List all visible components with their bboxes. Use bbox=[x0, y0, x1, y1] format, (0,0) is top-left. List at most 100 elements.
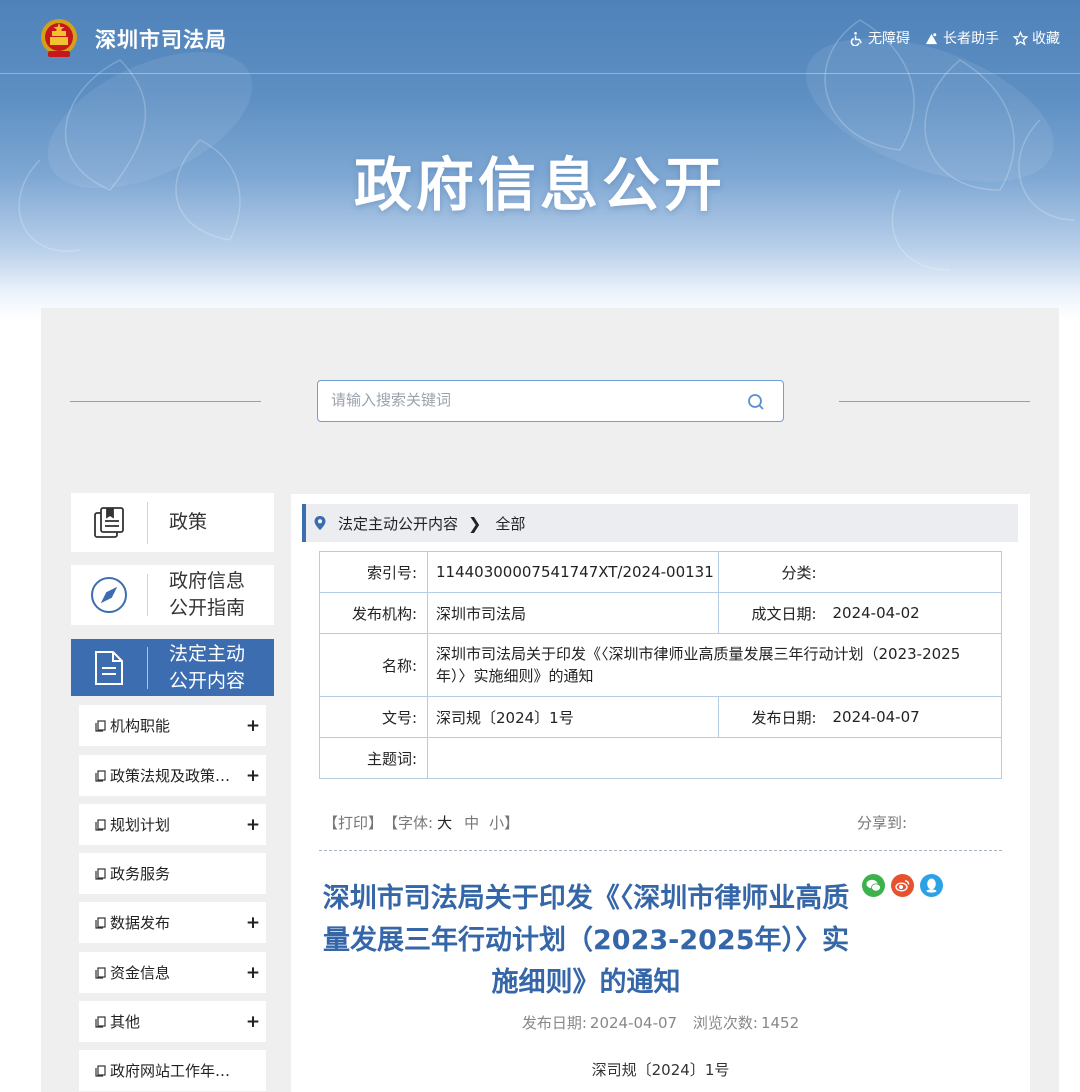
sidebar-item-label: 数据发布 bbox=[110, 914, 171, 932]
document-small-icon bbox=[95, 867, 106, 880]
sidebar-card-statutory[interactable]: 法定主动 公开内容 bbox=[71, 639, 274, 696]
sidebar-item-website-report[interactable]: 政府网站工作年… bbox=[79, 1050, 266, 1091]
document-small-icon bbox=[95, 916, 106, 929]
header-banner: 深圳市司法局 无障碍 长者助手 收藏 政府信息公开 bbox=[0, 0, 1080, 320]
sidebar-item-planning[interactable]: 规划计划 + bbox=[79, 804, 266, 845]
sidebar-card-policy[interactable]: 政策 bbox=[71, 493, 274, 552]
table-row: 发布机构: 深圳市司法局 成文日期: 2024-04-02 bbox=[319, 592, 1002, 634]
pub-date-label: 发布日期: bbox=[521, 1014, 587, 1032]
favorite-label: 收藏 bbox=[1032, 31, 1060, 47]
national-emblem-icon bbox=[41, 19, 77, 57]
qq-icon[interactable] bbox=[920, 874, 943, 897]
table-row: 索引号: 11440300007541747XT/2024-00131 分类: bbox=[319, 551, 1002, 593]
sidebar-item-policy-regulations[interactable]: 政策法规及政策… + bbox=[79, 755, 266, 796]
font-small-button[interactable]: 小】 bbox=[489, 812, 519, 833]
accessibility-link[interactable]: 无障碍 bbox=[849, 28, 910, 48]
sidebar-card-guide[interactable]: 政府信息 公开指南 bbox=[71, 565, 274, 625]
pub-date-label: 发布日期: bbox=[718, 696, 827, 738]
label-line: 政府信息 bbox=[169, 570, 246, 592]
table-row: 主题词: bbox=[319, 737, 1002, 779]
search-icon[interactable] bbox=[747, 393, 765, 411]
content-area: 法定主动公开内容 ❯ 全部 索引号: 11440300007541747XT/2… bbox=[291, 494, 1030, 1092]
sidebar-item-label: 政策法规及政策… bbox=[110, 767, 231, 785]
sidebar-item-label: 其他 bbox=[110, 1013, 141, 1031]
sidebar-card-label: 政策 bbox=[169, 511, 208, 533]
star-icon bbox=[1013, 30, 1028, 46]
written-date-label: 成文日期: bbox=[718, 592, 827, 634]
wechat-icon[interactable] bbox=[862, 874, 885, 897]
written-date-value: 2024-04-02 bbox=[826, 592, 1002, 634]
divider bbox=[319, 850, 1002, 851]
breadcrumb-item[interactable]: 法定主动公开内容 bbox=[338, 513, 458, 534]
category-value bbox=[826, 551, 1002, 593]
share-icons bbox=[862, 874, 943, 897]
name-label: 名称: bbox=[319, 633, 428, 697]
elder-assistant-link[interactable]: 长者助手 bbox=[924, 28, 999, 48]
font-size-label: 【字体: bbox=[383, 814, 434, 832]
category-label: 分类: bbox=[718, 551, 827, 593]
document-small-icon bbox=[95, 818, 106, 831]
search-divider-left bbox=[70, 401, 261, 402]
document-small-icon bbox=[95, 769, 106, 782]
metadata-table: 索引号: 11440300007541747XT/2024-00131 分类: … bbox=[319, 551, 1002, 779]
subject-label: 主题词: bbox=[319, 737, 428, 779]
hero-title: 政府信息公开 bbox=[353, 151, 726, 219]
expand-icon[interactable]: + bbox=[240, 815, 266, 835]
location-pin-icon bbox=[314, 516, 326, 530]
docno-value: 深司规〔2024〕1号 bbox=[427, 696, 719, 738]
elder-assistant-label: 长者助手 bbox=[943, 31, 999, 47]
pub-date-value: 2024-04-07 bbox=[589, 1014, 678, 1032]
sidebar-item-other[interactable]: 其他 + bbox=[79, 1001, 266, 1042]
breadcrumb: 法定主动公开内容 ❯ 全部 bbox=[302, 504, 1018, 542]
name-value: 深圳市司法局关于印发《〈深圳市律师业高质量发展三年行动计划（2023-2025年… bbox=[427, 633, 1002, 697]
expand-icon[interactable]: + bbox=[240, 1012, 266, 1032]
font-medium-button[interactable]: 中 bbox=[464, 812, 479, 833]
policy-book-icon bbox=[94, 506, 124, 538]
chevron-right-icon: ❯ bbox=[468, 513, 482, 533]
top-links: 无障碍 长者助手 收藏 bbox=[849, 28, 1060, 48]
print-button[interactable]: 【打印】 bbox=[323, 812, 383, 833]
article-tools: 【打印】 【字体: 大 中 小】 bbox=[323, 812, 519, 833]
favorite-link[interactable]: 收藏 bbox=[1013, 28, 1060, 48]
sidebar-item-label: 规划计划 bbox=[110, 816, 171, 834]
label-line: 公开指南 bbox=[169, 597, 246, 619]
wheelchair-icon bbox=[850, 31, 862, 46]
sidebar-item-label: 资金信息 bbox=[110, 964, 171, 982]
sidebar-item-org-function[interactable]: 机构职能 + bbox=[79, 705, 266, 746]
search-input[interactable] bbox=[318, 381, 718, 419]
site-title[interactable]: 深圳市司法局 bbox=[95, 24, 227, 54]
table-row: 文号: 深司规〔2024〕1号 发布日期: 2024-04-07 bbox=[319, 696, 1002, 738]
docno-label: 文号: bbox=[319, 696, 428, 738]
main-panel: 政策 政府信息 公开指南 法定主动 公开内容 bbox=[41, 308, 1059, 1092]
sidebar-item-label: 政府网站工作年… bbox=[110, 1062, 231, 1080]
expand-icon[interactable]: + bbox=[240, 766, 266, 786]
views-label: 浏览次数: bbox=[692, 1014, 758, 1032]
search-box bbox=[317, 380, 784, 422]
document-small-icon bbox=[95, 1015, 106, 1028]
sidebar-card-label: 法定主动 公开内容 bbox=[148, 641, 245, 695]
expand-icon[interactable]: + bbox=[240, 913, 266, 933]
table-row: 名称: 深圳市司法局关于印发《〈深圳市律师业高质量发展三年行动计划（2023-2… bbox=[319, 633, 1002, 697]
article-title: 深圳市司法局关于印发《〈深圳市律师业高质量发展三年行动计划（2023-2025年… bbox=[322, 883, 850, 998]
pub-date-value: 2024-04-07 bbox=[826, 696, 1002, 738]
views-value: 1452 bbox=[760, 1014, 800, 1032]
index-label: 索引号: bbox=[319, 551, 428, 593]
article-doc-number: 深司规〔2024〕1号 bbox=[591, 1061, 730, 1079]
compass-icon bbox=[91, 577, 127, 613]
publisher-value: 深圳市司法局 bbox=[427, 592, 719, 634]
expand-icon[interactable]: + bbox=[240, 963, 266, 983]
sidebar-item-gov-services[interactable]: 政务服务 bbox=[79, 853, 266, 894]
document-small-icon bbox=[95, 966, 106, 979]
weibo-icon[interactable] bbox=[891, 874, 914, 897]
sidebar-item-data-release[interactable]: 数据发布 + bbox=[79, 902, 266, 943]
index-value: 11440300007541747XT/2024-00131 bbox=[427, 551, 719, 593]
subject-value bbox=[427, 737, 1002, 779]
document-icon bbox=[95, 650, 123, 685]
document-small-icon bbox=[95, 1064, 106, 1077]
breadcrumb-item[interactable]: 全部 bbox=[495, 513, 525, 534]
font-large-button[interactable]: 大 bbox=[437, 812, 452, 833]
article-meta: 发布日期: 2024-04-07 浏览次数: 1452 bbox=[291, 1012, 1030, 1033]
search-divider-right bbox=[839, 401, 1030, 402]
expand-icon[interactable]: + bbox=[240, 716, 266, 736]
sidebar-item-fund-info[interactable]: 资金信息 + bbox=[79, 952, 266, 993]
